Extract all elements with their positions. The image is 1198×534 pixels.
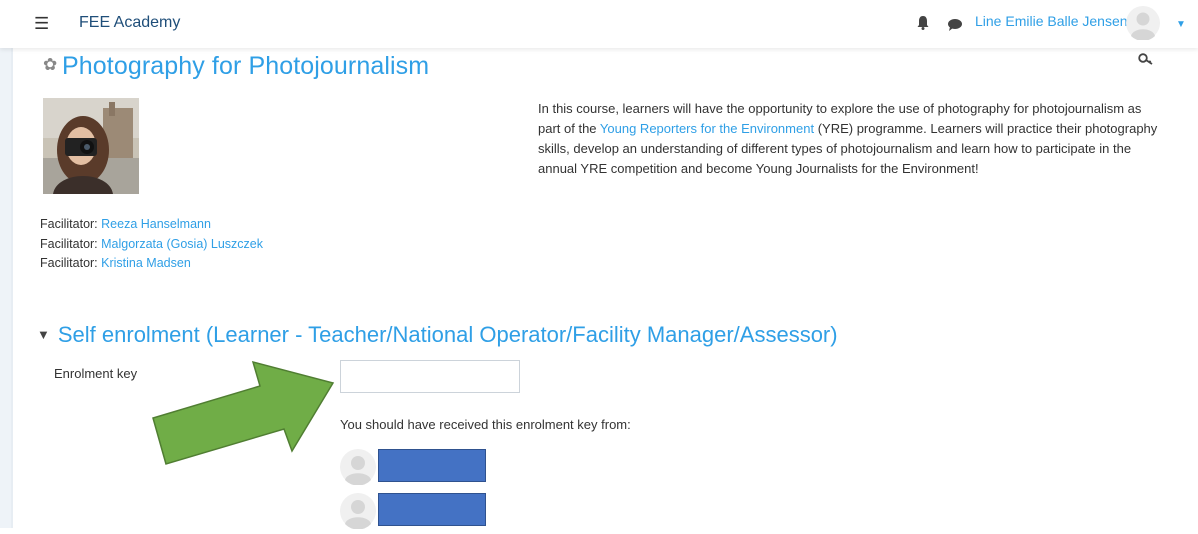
contact-item — [340, 493, 490, 530]
user-name-link[interactable]: Line Emilie Balle Jensen — [975, 13, 1128, 29]
course-title-link[interactable]: Photography for Photojournalism — [62, 52, 429, 81]
enrolment-key-input[interactable] — [340, 360, 520, 393]
enrolment-key-label: Enrolment key — [54, 366, 138, 381]
facilitator-link[interactable]: Kristina Madsen — [101, 256, 191, 270]
yre-link[interactable]: Young Reporters for the Environment — [600, 121, 814, 136]
contact-avatar[interactable] — [340, 449, 376, 486]
facilitator-row: Facilitator: Kristina Madsen — [40, 254, 263, 274]
site-brand[interactable]: FEE Academy — [79, 14, 180, 32]
user-menu-chevron-down-icon[interactable]: ▼ — [1176, 19, 1186, 30]
redacted-contact-name — [378, 493, 486, 526]
bell-icon[interactable] — [917, 16, 929, 35]
facilitator-label: Facilitator: — [40, 217, 98, 231]
course-image — [43, 98, 139, 194]
top-navbar: ☰ FEE Academy Line Emilie Balle Jensen ▼ — [0, 0, 1198, 48]
facilitator-label: Facilitator: — [40, 236, 98, 251]
key-icon — [1138, 52, 1154, 70]
facilitator-link[interactable]: Reeza Hanselmann — [101, 217, 211, 231]
course-icon: ✿ — [43, 55, 58, 74]
hamburger-icon[interactable]: ☰ — [34, 15, 49, 32]
user-avatar[interactable] — [1126, 6, 1160, 41]
arrow-annotation-icon — [152, 360, 335, 465]
facilitator-link[interactable]: Malgorzata (Gosia) Luszczek — [101, 237, 263, 251]
facilitator-list: Facilitator: Reeza Hanselmann Facilitato… — [40, 215, 263, 274]
facilitator-label: Facilitator: — [40, 256, 98, 270]
section-title: Self enrolment (Learner - Teacher/Nation… — [57, 322, 838, 347]
self-enrolment-section-toggle[interactable]: ▼ Self enrolment (Learner - Teacher/Natio… — [37, 322, 838, 348]
facilitator-row: Facilitator: Reeza Hanselmann — [40, 215, 263, 235]
course-summary: In this course, learners will have the o… — [538, 101, 1158, 176]
contact-avatar[interactable] — [340, 493, 376, 530]
received-key-text: You should have received this enrolment … — [340, 417, 631, 432]
caret-down-icon: ▼ — [37, 327, 50, 342]
contact-item — [340, 449, 490, 486]
redacted-contact-name — [378, 449, 486, 482]
left-divider — [11, 48, 13, 528]
messages-icon[interactable] — [948, 18, 962, 36]
facilitator-row: Facilitator: Malgorzata (Gosia) Luszczek — [40, 235, 263, 255]
